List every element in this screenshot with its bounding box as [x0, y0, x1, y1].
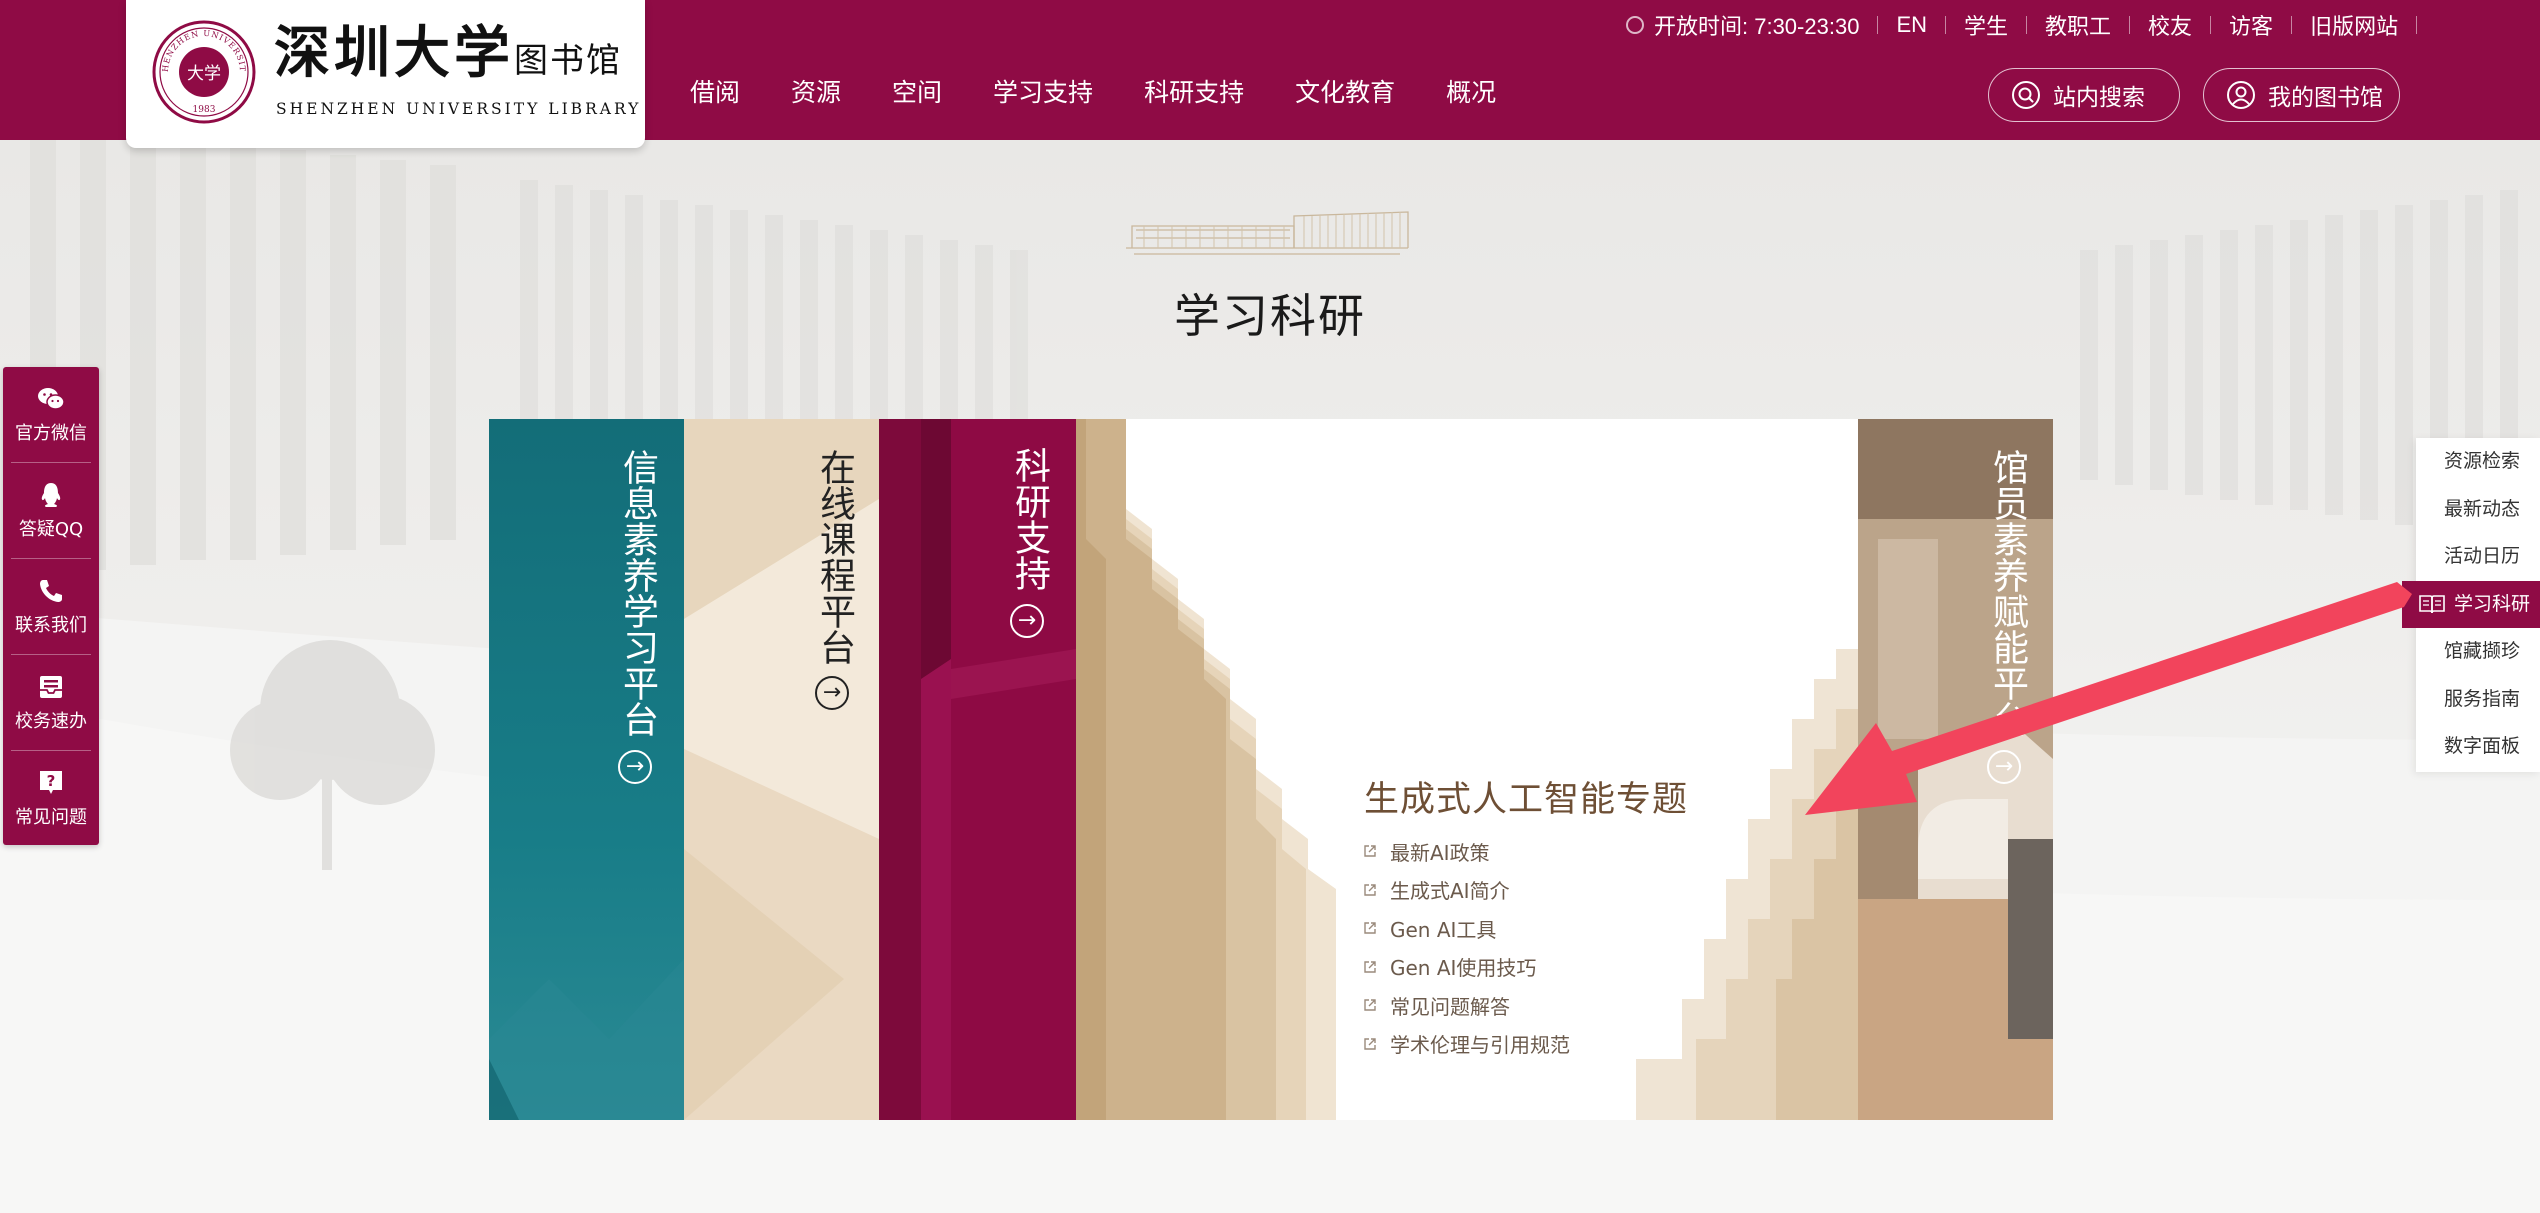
float-item-label: 校务速办 [15, 711, 87, 732]
nav-item-borrowing[interactable]: 借阅 [690, 73, 740, 109]
left-float-toolbar: 官方微信 答疑QQ 联系我们 校务速办 ? 常见问题 [3, 367, 99, 845]
site-logo[interactable]: 大学 SHENZHEN UNIVERSITY 1983 深圳大学图书馆 SHEN… [126, 0, 645, 148]
site-header: 大学 SHENZHEN UNIVERSITY 1983 深圳大学图书馆 SHEN… [0, 0, 2540, 148]
arrow-right-circle-icon[interactable]: → [1010, 604, 1044, 638]
ai-link-policy[interactable]: 最新AI政策 [1363, 832, 1570, 871]
nav-item-about[interactable]: 概况 [1446, 73, 1496, 109]
divider [2129, 16, 2131, 34]
float-item-quick-service[interactable]: 校务速办 [3, 655, 99, 750]
nav-item-resources[interactable]: 资源 [791, 73, 841, 109]
ai-link-faq[interactable]: 常见问题解答 [1363, 986, 1570, 1025]
topbar-link-students[interactable]: 学生 [1964, 9, 2008, 41]
ai-link-label: Gen AI使用技巧 [1390, 956, 1537, 981]
arrow-right-circle-icon[interactable]: → [1987, 750, 2021, 784]
external-link-icon [1364, 884, 1376, 896]
ai-link-label: 常见问题解答 [1390, 994, 1510, 1019]
ai-link-intro[interactable]: 生成式AI简介 [1363, 871, 1570, 910]
nav-item-culture-education[interactable]: 文化教育 [1295, 73, 1395, 109]
divider [1877, 16, 1879, 34]
ai-topic-link-list: 最新AI政策 生成式AI简介 Gen AI工具 Gen AI使用技巧 常见问题解… [1363, 832, 1570, 1063]
float-item-contact[interactable]: 联系我们 [3, 559, 99, 654]
divider [2026, 16, 2028, 34]
university-seal-icon: 大学 SHENZHEN UNIVERSITY 1983 [152, 20, 256, 124]
topbar-link-alumni[interactable]: 校友 [2148, 9, 2192, 41]
user-icon [2227, 81, 2255, 109]
panel-title: 科研支持 [1009, 447, 1050, 591]
panel-info-literacy[interactable]: 信息素养学习平台 → [489, 419, 684, 1120]
arrow-right-circle-icon[interactable]: → [618, 750, 652, 784]
right-menu-item-service-guide[interactable]: 服务指南 [2416, 676, 2540, 724]
svg-text:?: ? [47, 772, 56, 790]
divider [2291, 16, 2293, 34]
my-library-label: 我的图书馆 [2268, 85, 2383, 111]
site-search-button[interactable]: 站内搜索 [1988, 68, 2180, 122]
panel-online-courses[interactable]: 在线课程平台 → [684, 419, 879, 1120]
right-menu-active-label: 学习科研 [2453, 592, 2530, 615]
right-menu-item-collections[interactable]: 馆藏撷珍 [2416, 628, 2540, 676]
phone-icon [40, 580, 62, 602]
panel-title: 信息素养学习平台 [617, 449, 658, 737]
clock-icon [1626, 16, 1644, 34]
ai-link-ethics[interactable]: 学术伦理与引用规范 [1363, 1025, 1570, 1064]
svg-text:1983: 1983 [193, 105, 216, 115]
external-link-icon [1364, 999, 1376, 1011]
topbar-link-visitors[interactable]: 访客 [2229, 9, 2273, 41]
main-nav: 借阅 资源 空间 学习支持 科研支持 文化教育 概况 [690, 73, 1547, 109]
logo-english-name: SHENZHEN UNIVERSITY LIBRARY [276, 100, 642, 118]
top-utility-bar: 开放时间: 7:30-23:30 EN 学生 教职工 校友 访客 旧版网站 [1626, 10, 2435, 40]
external-link-icon [1364, 1038, 1376, 1050]
inbox-icon [40, 676, 62, 698]
learning-research-panels: 信息素养学习平台 → 在线课程平台 → 科研支持 → 馆员素养赋能平台 → 生成… [489, 419, 2053, 1120]
logo-chinese-name: 深圳大学图书馆 [274, 20, 622, 86]
float-item-qq[interactable]: 答疑QQ [3, 463, 99, 558]
svg-text:大学: 大学 [187, 64, 221, 84]
ai-link-label: 最新AI政策 [1390, 840, 1490, 865]
topbar-link-en[interactable]: EN [1896, 12, 1927, 38]
right-menu-item-resource-search[interactable]: 资源检索 [2416, 438, 2540, 486]
building-line-art [1126, 211, 1409, 255]
ai-link-label: Gen AI工具 [1390, 917, 1497, 942]
ai-link-tools[interactable]: Gen AI工具 [1363, 909, 1570, 948]
qq-icon [41, 483, 61, 507]
right-menu-item-learning-research[interactable]: 学习科研 [2402, 580, 2540, 628]
float-item-wechat[interactable]: 官方微信 [3, 367, 99, 462]
nav-item-learning-support[interactable]: 学习支持 [993, 73, 1093, 109]
panel-research-support[interactable]: 科研支持 → [879, 419, 1076, 1120]
topbar-link-faculty[interactable]: 教职工 [2045, 9, 2111, 41]
wechat-icon [38, 388, 65, 410]
panel-librarian-empowerment[interactable]: 馆员素养赋能平台 → [1858, 419, 2053, 1120]
float-item-label: 答疑QQ [18, 519, 84, 540]
float-item-label: 官方微信 [15, 423, 87, 444]
site-search-label: 站内搜索 [2053, 85, 2145, 111]
section-title: 学习科研 [1174, 289, 1366, 343]
ai-link-tips[interactable]: Gen AI使用技巧 [1363, 948, 1570, 987]
right-menu-item-digital-dashboard[interactable]: 数字面板 [2416, 723, 2540, 771]
float-item-label: 联系我们 [15, 615, 87, 636]
opening-hours: 开放时间: 7:30-23:30 [1654, 14, 1860, 39]
float-item-label: 常见问题 [15, 807, 87, 828]
ai-link-label: 学术伦理与引用规范 [1390, 1033, 1570, 1058]
right-float-menu: 资源检索 最新动态 活动日历 学习科研 馆藏撷珍 服务指南 数字面板 [2402, 438, 2540, 772]
divider [2210, 16, 2212, 34]
external-link-icon [1364, 961, 1376, 973]
book-icon [2419, 595, 2445, 614]
external-link-icon [1364, 922, 1376, 934]
divider [1945, 16, 1946, 34]
float-item-faq[interactable]: ? 常见问题 [3, 751, 99, 846]
my-library-button[interactable]: 我的图书馆 [2203, 68, 2400, 122]
ai-link-label: 生成式AI简介 [1390, 879, 1510, 904]
panel-title: 在线课程平台 [814, 449, 855, 665]
panel-title: 馆员素养赋能平台 [1987, 449, 2028, 737]
nav-item-research-support[interactable]: 科研支持 [1144, 73, 1244, 109]
external-link-icon [1364, 845, 1376, 857]
right-menu-item-calendar[interactable]: 活动日历 [2416, 533, 2540, 581]
arrow-right-circle-icon[interactable]: → [815, 676, 849, 710]
question-icon: ? [40, 771, 62, 794]
nav-item-spaces[interactable]: 空间 [892, 73, 942, 109]
search-icon [2012, 81, 2040, 109]
topbar-link-old-site[interactable]: 旧版网站 [2310, 9, 2398, 41]
divider [2416, 16, 2418, 34]
ai-topic-title[interactable]: 生成式人工智能专题 [1364, 771, 1688, 822]
right-menu-item-news[interactable]: 最新动态 [2416, 486, 2540, 534]
